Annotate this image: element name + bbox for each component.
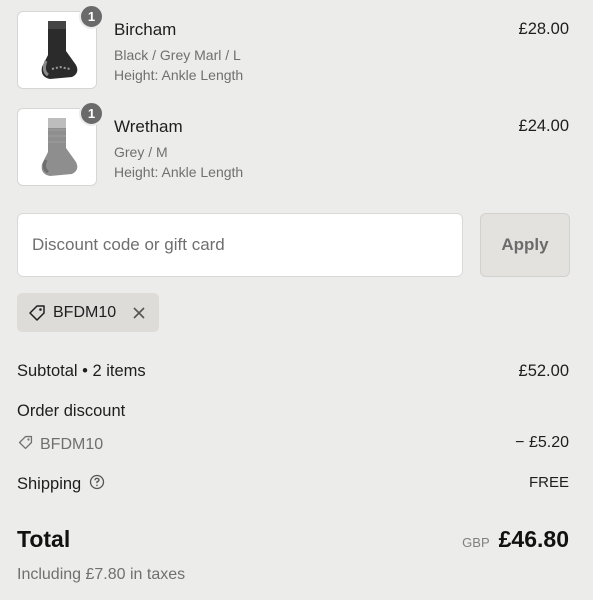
help-circle-icon[interactable]	[89, 474, 105, 495]
line-item: 1 Wretham Grey / M Height: Ankle Length …	[17, 101, 569, 188]
close-icon[interactable]	[132, 306, 146, 320]
order-discount-row: Order discount	[17, 402, 569, 421]
product-price: £28.00	[518, 20, 569, 38]
total-label: Total	[17, 526, 71, 552]
currency-code: GBP	[462, 535, 490, 550]
sock-image	[41, 21, 78, 79]
apply-button[interactable]: Apply	[480, 213, 570, 277]
subtotal-row: Subtotal • 2 items £52.00	[17, 362, 569, 381]
applied-discount-chip: BFDM10	[17, 293, 159, 332]
total-row: Total GBP £46.80	[17, 526, 569, 558]
product-variant: Grey / M	[114, 144, 168, 160]
quantity-badge: 1	[79, 4, 104, 29]
product-height: Height: Ankle Length	[114, 164, 244, 180]
product-variant: Black / Grey Marl / L	[114, 47, 241, 63]
sock-image	[41, 118, 78, 176]
shipping-value: FREE	[528, 474, 569, 491]
order-discount-label: Order discount	[17, 402, 126, 420]
applied-discount-code: BFDM10	[53, 303, 117, 321]
shipping-label: Shipping	[17, 475, 82, 493]
quantity-badge: 1	[79, 101, 104, 126]
line-item: 1 Bircham Black / Grey Marl / L Height: …	[17, 4, 569, 91]
discount-value: − £5.20	[515, 434, 569, 451]
discount-code-label: BFDM10	[40, 436, 104, 453]
product-name: Bircham	[114, 20, 177, 39]
product-price: £24.00	[518, 117, 569, 135]
tax-note: Including £7.80 in taxes	[17, 566, 186, 583]
tag-icon	[17, 434, 34, 456]
tag-icon	[27, 303, 47, 323]
discount-code-input[interactable]	[17, 213, 463, 277]
product-height: Height: Ankle Length	[114, 67, 244, 83]
total-amount: £46.80	[498, 526, 569, 552]
subtotal-value: £52.00	[518, 362, 569, 380]
product-name: Wretham	[114, 117, 183, 136]
subtotal-label: Subtotal • 2 items	[17, 362, 146, 380]
discount-code-row: BFDM10 − £5.20	[17, 434, 569, 456]
shipping-row: Shipping FREE	[17, 474, 569, 495]
